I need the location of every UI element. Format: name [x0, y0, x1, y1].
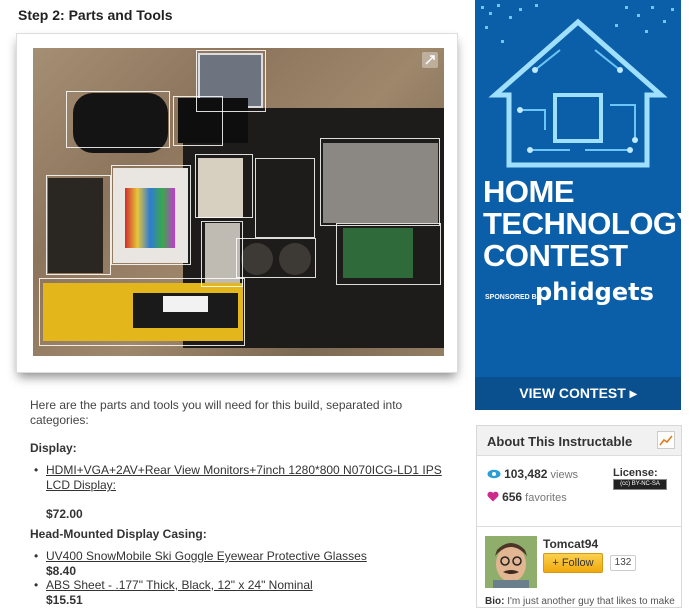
ad-title-line: HOME	[483, 174, 575, 209]
part-price: $15.51	[46, 593, 83, 607]
annotation-box[interactable]	[255, 158, 315, 238]
follow-label: Follow	[561, 557, 594, 569]
intro-text: Here are the parts and tools you will ne…	[30, 398, 403, 427]
views-stat: 103,482 views	[487, 467, 578, 481]
favorites-label: favorites	[525, 492, 567, 504]
author-bio: Bio: I'm just another guy that likes to …	[485, 596, 675, 607]
favorites-count: 656	[502, 490, 523, 504]
house-circuit-graphic	[481, 4, 674, 168]
step-title: Step 2: Parts and Tools	[18, 7, 173, 23]
bullet-icon: •	[34, 549, 39, 563]
parts-photo[interactable]	[33, 48, 444, 356]
annotation-box[interactable]	[66, 91, 170, 148]
annotation-box[interactable]	[111, 165, 191, 265]
ad-brand-logo: phidgets	[535, 278, 654, 306]
annotation-box[interactable]	[336, 223, 441, 285]
part-link[interactable]: HDMI+VGA+2AV+Rear View Monitors+7inch 12…	[46, 463, 456, 493]
section-heading-casing: Head-Mounted Display Casing:	[30, 527, 207, 541]
ad-title-line: CONTEST	[483, 238, 628, 273]
favorites-stat: 656 favorites	[487, 490, 567, 504]
annotation-box[interactable]	[320, 138, 440, 226]
bio-text: I'm just another guy that likes to make	[507, 596, 675, 607]
avatar[interactable]	[485, 536, 537, 588]
part-link[interactable]: UV400 SnowMobile Ski Goggle Eyewear Prot…	[46, 549, 456, 564]
part-price: $72.00	[46, 507, 83, 521]
divider	[477, 526, 681, 527]
about-panel-title: About This Instructable	[487, 434, 633, 449]
annotation-box[interactable]	[236, 238, 316, 278]
expand-icon[interactable]	[422, 52, 438, 68]
part-price: $8.40	[46, 564, 77, 578]
about-panel-header: About This Instructable	[477, 426, 681, 456]
ad-title-line: TECHNOLOGY	[483, 206, 681, 241]
bullet-icon: •	[34, 578, 39, 592]
views-count: 103,482	[504, 467, 548, 481]
views-label: views	[550, 469, 579, 481]
annotation-box[interactable]	[195, 154, 253, 218]
ad-sponsor-label: SPONSORED BY	[485, 294, 542, 301]
about-instructable-panel: About This Instructable 103,482 views 65…	[476, 425, 682, 608]
part-link[interactable]: ABS Sheet - .177" Thick, Black, 12" x 24…	[46, 578, 456, 593]
annotation-box[interactable]	[39, 278, 245, 346]
follow-button[interactable]: + Follow	[543, 553, 603, 573]
contest-ad-banner[interactable]: HOME TECHNOLOGY CONTEST SPONSORED BY phi…	[475, 0, 681, 410]
bullet-icon: •	[34, 463, 39, 477]
eye-icon	[487, 469, 501, 479]
bio-label: Bio:	[485, 596, 505, 607]
step-photo-frame	[16, 33, 458, 373]
follower-count: 132	[610, 555, 636, 571]
annotation-box[interactable]	[46, 175, 111, 275]
view-contest-button[interactable]: VIEW CONTEST ▸	[475, 377, 681, 410]
stats-chart-icon[interactable]	[657, 431, 675, 449]
annotation-box[interactable]	[196, 50, 266, 112]
author-name[interactable]: Tomcat94	[543, 537, 598, 551]
license-badge[interactable]: (cc) BY-NC-SA	[613, 479, 667, 490]
section-heading-display: Display:	[30, 441, 77, 455]
license-label: License:	[613, 467, 658, 479]
heart-icon	[487, 491, 499, 502]
plus-icon: +	[552, 557, 559, 569]
